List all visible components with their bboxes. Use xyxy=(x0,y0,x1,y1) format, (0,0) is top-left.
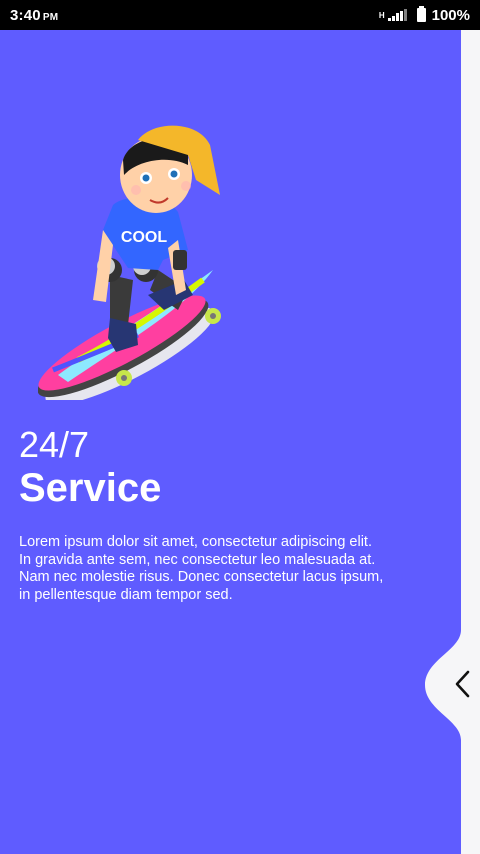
skateboard-boy-illustration: COOL xyxy=(37,120,238,405)
slide-subtitle: 24/7 xyxy=(19,424,90,465)
onboarding-panel: COOL 24/7 Service Lorem ipsum dolor sit … xyxy=(0,30,461,854)
status-time-value: 3:40 xyxy=(10,6,41,24)
previous-slide-button[interactable] xyxy=(425,630,480,740)
battery-icon xyxy=(416,6,426,22)
slide-description: Lorem ipsum dolor sit amet, consectetur … xyxy=(19,534,384,603)
battery-percent: 100% xyxy=(431,6,470,24)
network-type: H xyxy=(378,10,385,20)
status-ampm: PM xyxy=(42,11,59,23)
slide-title: Service xyxy=(19,466,162,510)
status-bar: 3:40 PM H 100% xyxy=(0,0,480,30)
status-time: 3:40 PM xyxy=(10,7,58,24)
signal-icon xyxy=(387,9,407,21)
shirt-text: COOL xyxy=(121,229,167,246)
status-indicators: H 100% xyxy=(378,6,470,24)
